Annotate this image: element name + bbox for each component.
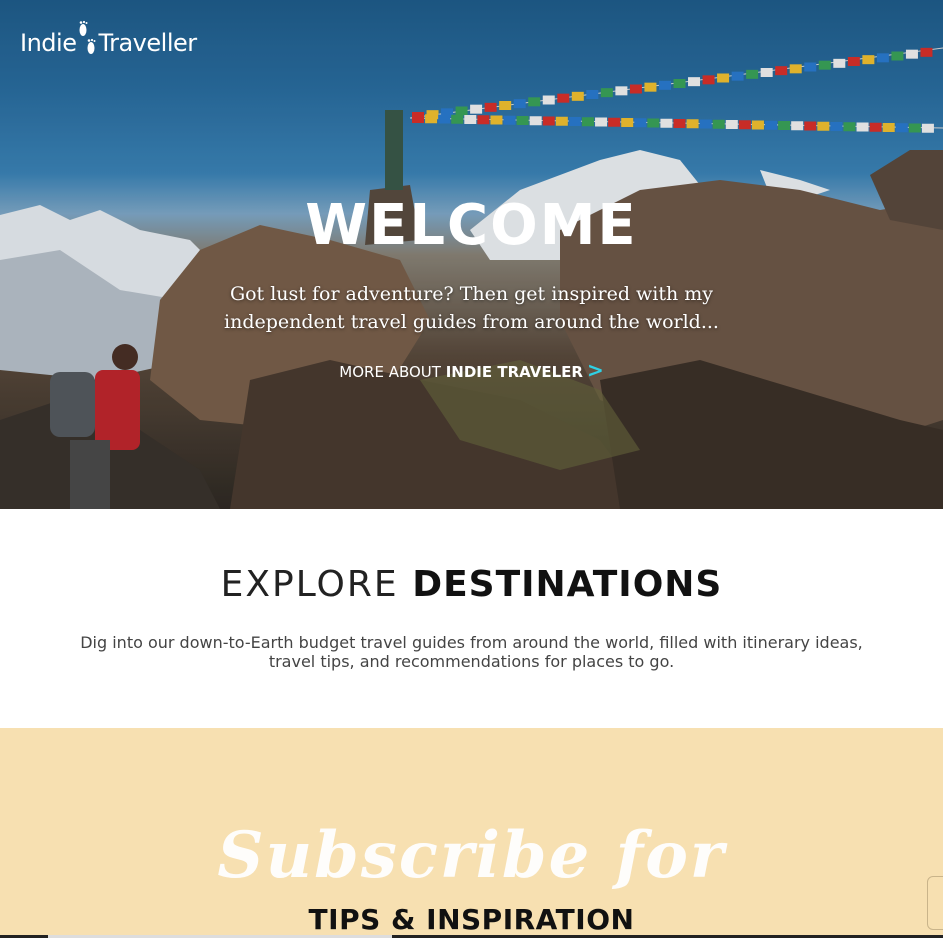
- subscribe-section: Subscribe for TIPS & INSPIRATION: [0, 728, 943, 938]
- site-logo[interactable]: Indie Traveller: [20, 20, 197, 66]
- logo-text-left: Indie: [20, 29, 77, 57]
- logo-text-right: Traveller: [98, 29, 197, 57]
- more-about-link[interactable]: MORE ABOUT INDIE TRAVELER >: [0, 358, 943, 382]
- footprints-icon: [79, 20, 96, 54]
- explore-destinations-section: EXPLORE DESTINATIONS Dig into our down-t…: [0, 509, 943, 728]
- hero-title: WELCOME: [305, 193, 638, 258]
- subscribe-script-heading: Subscribe for: [217, 818, 726, 893]
- hero-intro-line-2: independent travel guides from around th…: [224, 311, 719, 333]
- more-about-brand: INDIE TRAVELER: [445, 363, 583, 381]
- explore-heading-light: EXPLORE: [220, 564, 399, 605]
- explore-heading: EXPLORE DESTINATIONS: [0, 564, 943, 605]
- hero-banner: Indie Traveller WELCOME Got lust for adv…: [0, 0, 943, 509]
- chevron-right-icon: >: [586, 358, 604, 382]
- subscribe-headline: TIPS & INSPIRATION: [308, 903, 635, 936]
- hero-intro: Got lust for adventure? Then get inspire…: [0, 280, 943, 336]
- more-about-prefix: MORE ABOUT: [339, 363, 446, 381]
- explore-description: Dig into our down-to-Earth budget travel…: [80, 633, 863, 671]
- explore-heading-bold: DESTINATIONS: [412, 564, 723, 605]
- side-widget-tab[interactable]: [927, 876, 943, 930]
- hero-intro-line-1: Got lust for adventure? Then get inspire…: [229, 283, 714, 305]
